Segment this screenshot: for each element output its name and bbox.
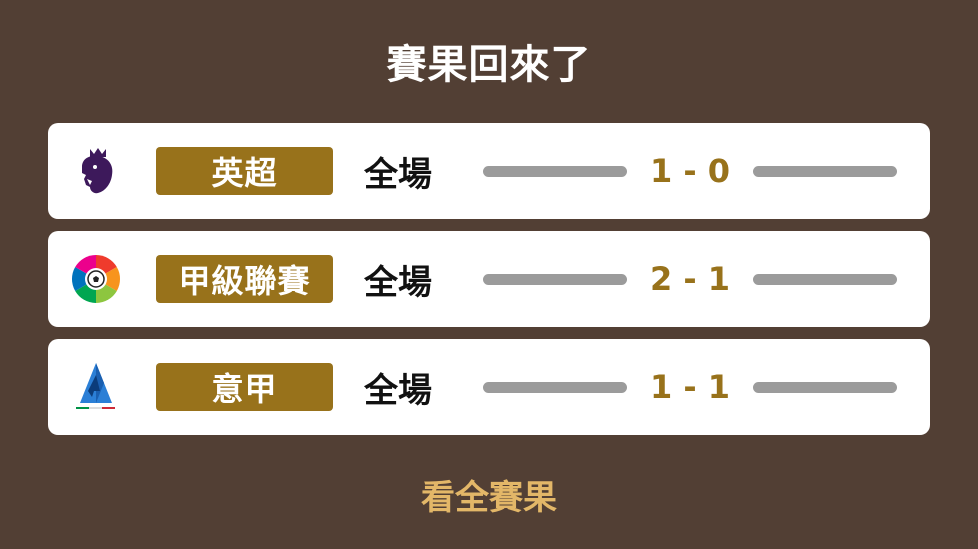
premier-league-lion-icon	[68, 145, 124, 197]
page-title: 賽果回來了	[386, 42, 592, 88]
match-score: 1 - 1	[649, 368, 731, 406]
match-status: 全場	[364, 262, 432, 303]
match-status: 全場	[364, 154, 432, 195]
team-right-placeholder-bar	[753, 382, 897, 393]
match-status: 全場	[364, 370, 432, 411]
match-score: 1 - 0	[649, 152, 731, 190]
league-badge: 意甲	[156, 363, 333, 411]
laliga-ball-icon	[68, 253, 124, 305]
team-left-placeholder-bar	[483, 382, 627, 393]
team-left-placeholder-bar	[483, 166, 627, 177]
league-badge: 甲級聯賽	[156, 255, 333, 303]
team-right-placeholder-bar	[753, 166, 897, 177]
league-badge: 英超	[156, 147, 333, 195]
view-all-results-link[interactable]: 看全賽果	[0, 470, 978, 519]
match-score: 2 - 1	[649, 260, 731, 298]
match-card-laliga[interactable]: 甲級聯賽 全場 2 - 1	[48, 231, 930, 327]
match-card-premier-league[interactable]: 英超 全場 1 - 0	[48, 123, 930, 219]
team-left-placeholder-bar	[483, 274, 627, 285]
serie-a-icon	[68, 361, 124, 413]
match-card-serie-a[interactable]: 意甲 全場 1 - 1	[48, 339, 930, 435]
team-right-placeholder-bar	[753, 274, 897, 285]
